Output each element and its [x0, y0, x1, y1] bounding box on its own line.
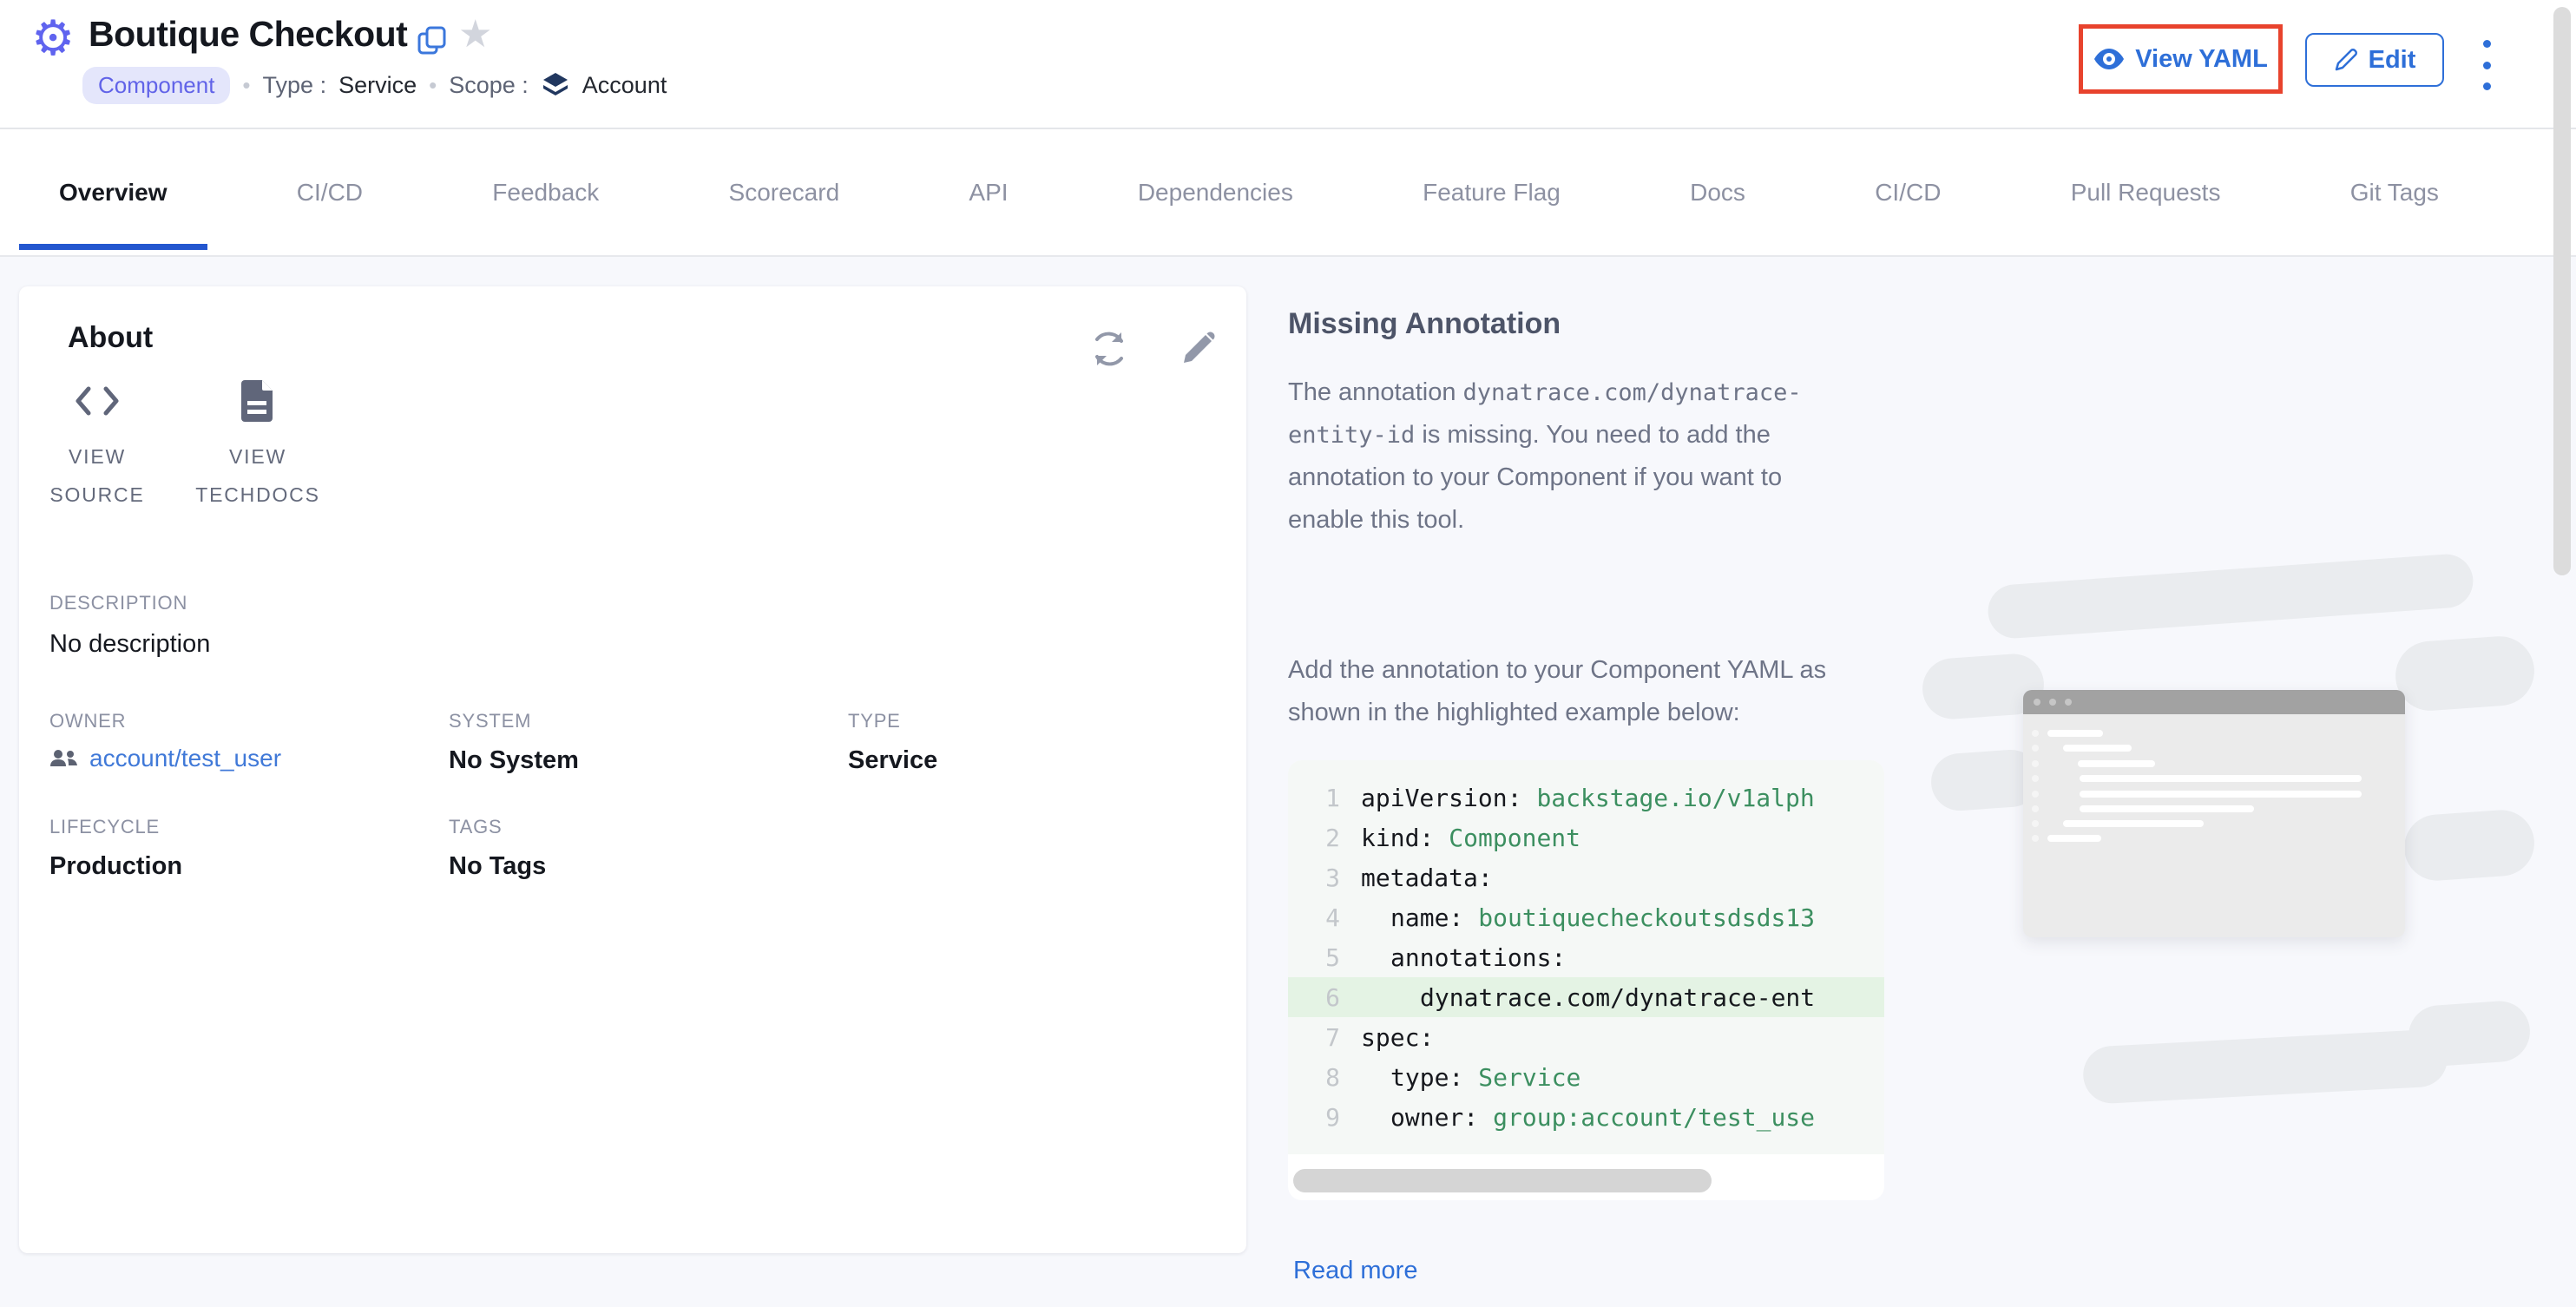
eye-icon — [2093, 48, 2125, 70]
code-line: 8type:Service — [1288, 1057, 1884, 1097]
description-label: DESCRIPTION — [49, 592, 187, 614]
type-value: Service — [338, 72, 417, 99]
tab-scorecard[interactable]: Scorecard — [689, 129, 880, 255]
code-horizontal-scrollbar[interactable] — [1293, 1169, 1712, 1192]
edit-button[interactable]: Edit — [2305, 33, 2444, 87]
main-content: About — [0, 257, 2576, 1307]
yaml-code-lines: 1apiVersion:backstage.io/v1alph 2kind:Co… — [1288, 760, 1884, 1154]
techdocs-document-icon — [240, 377, 276, 425]
scope-value: Account — [582, 72, 667, 99]
page-title: Boutique Checkout — [89, 14, 407, 55]
type-value: Service — [848, 746, 937, 775]
scribble-shape — [2082, 1028, 2449, 1105]
entity-subtitle: Component • Type : Service • Scope : Acc… — [82, 68, 667, 102]
pencil-icon — [2334, 48, 2358, 72]
owner-label: OWNER — [49, 710, 126, 732]
scope-label: Scope : — [449, 72, 529, 99]
missing-annotation-instruction: Add the annotation to your Component YAM… — [1288, 649, 1843, 734]
view-source-button[interactable]: VIEW SOURCE — [32, 377, 162, 514]
yaml-code-block: 1apiVersion:backstage.io/v1alph 2kind:Co… — [1288, 760, 1884, 1200]
code-line: 7spec: — [1288, 1017, 1884, 1057]
tab-dependencies[interactable]: Dependencies — [1098, 129, 1333, 255]
kind-badge: Component — [82, 67, 230, 104]
description-value: No description — [49, 630, 210, 659]
tab-overview[interactable]: Overview — [19, 129, 207, 255]
owner-link[interactable]: account/test_user — [49, 745, 281, 772]
tab-cicd[interactable]: CI/CD — [257, 129, 403, 255]
view-techdocs-label: VIEW TECHDOCS — [180, 437, 336, 514]
tab-docs[interactable]: Docs — [1650, 129, 1785, 255]
read-more-link[interactable]: Read more — [1293, 1257, 1417, 1285]
favorite-star-icon[interactable]: ★ — [458, 12, 492, 57]
more-options-button[interactable] — [2477, 40, 2496, 90]
about-edit-pencil-icon[interactable] — [1179, 328, 1219, 368]
tab-feature-flag[interactable]: Feature Flag — [1383, 129, 1600, 255]
view-techdocs-button[interactable]: VIEW TECHDOCS — [180, 377, 336, 514]
system-value: No System — [449, 746, 579, 775]
code-line: 3metadata: — [1288, 857, 1884, 897]
lifecycle-label: LIFECYCLE — [49, 816, 160, 838]
code-line-highlighted: 6dynatrace.com/dynatrace-ent — [1288, 977, 1884, 1017]
mock-browser-window — [2023, 690, 2405, 937]
edit-label: Edit — [2369, 46, 2416, 75]
tab-cicd-2[interactable]: CI/CD — [1835, 129, 1981, 255]
tab-bar: Overview CI/CD Feedback Scorecard API De… — [0, 129, 2576, 255]
separator-dot: • — [429, 72, 437, 99]
group-people-icon — [49, 747, 79, 770]
system-label: SYSTEM — [449, 710, 531, 732]
scope-layers-icon — [541, 70, 570, 100]
code-line: 4name:boutiquecheckoutsdsds13 — [1288, 897, 1884, 937]
tab-feedback[interactable]: Feedback — [452, 129, 639, 255]
tab-pull-requests[interactable]: Pull Requests — [2031, 129, 2261, 255]
refresh-icon[interactable] — [1088, 328, 1130, 370]
scribble-shape — [2402, 808, 2537, 883]
component-gear-icon: ⚙ — [31, 14, 75, 62]
code-brackets-icon — [73, 377, 122, 425]
code-window-illustration — [1935, 396, 2526, 1212]
scribble-shape — [2393, 634, 2536, 713]
page-vertical-scrollbar[interactable] — [2553, 7, 2571, 575]
code-line: 1apiVersion:backstage.io/v1alph — [1288, 778, 1884, 818]
missing-annotation-title: Missing Annotation — [1288, 307, 1561, 341]
page-header: ⚙ Boutique Checkout ★ Component • Type :… — [0, 0, 2576, 128]
copy-icon[interactable] — [416, 24, 449, 57]
about-card: About — [19, 286, 1246, 1253]
code-line: 5annotations: — [1288, 937, 1884, 977]
type-label: Type : — [263, 72, 327, 99]
tags-label: TAGS — [449, 816, 502, 838]
view-yaml-button[interactable]: View YAML — [2093, 45, 2268, 74]
missing-annotation-message: The annotation dynatrace.com/dynatrace-e… — [1288, 371, 1835, 542]
code-line: 9owner:group:account/test_use — [1288, 1097, 1884, 1137]
view-yaml-highlight-box: View YAML — [2079, 24, 2283, 94]
mock-window-titlebar — [2023, 690, 2405, 714]
lifecycle-value: Production — [49, 852, 182, 881]
tab-api[interactable]: API — [929, 129, 1048, 255]
tab-git-tags[interactable]: Git Tags — [2310, 129, 2479, 255]
code-line: 2kind:Component — [1288, 818, 1884, 857]
tags-value: No Tags — [449, 852, 546, 881]
type-label: TYPE — [848, 710, 901, 732]
view-yaml-label: View YAML — [2135, 45, 2268, 74]
entity-page: ⚙ Boutique Checkout ★ Component • Type :… — [0, 0, 2576, 1307]
view-source-label: VIEW SOURCE — [32, 437, 162, 514]
separator-dot: • — [242, 72, 250, 99]
owner-link-text: account/test_user — [89, 745, 281, 772]
scribble-shape — [1987, 553, 2475, 640]
about-card-title: About — [68, 321, 153, 355]
